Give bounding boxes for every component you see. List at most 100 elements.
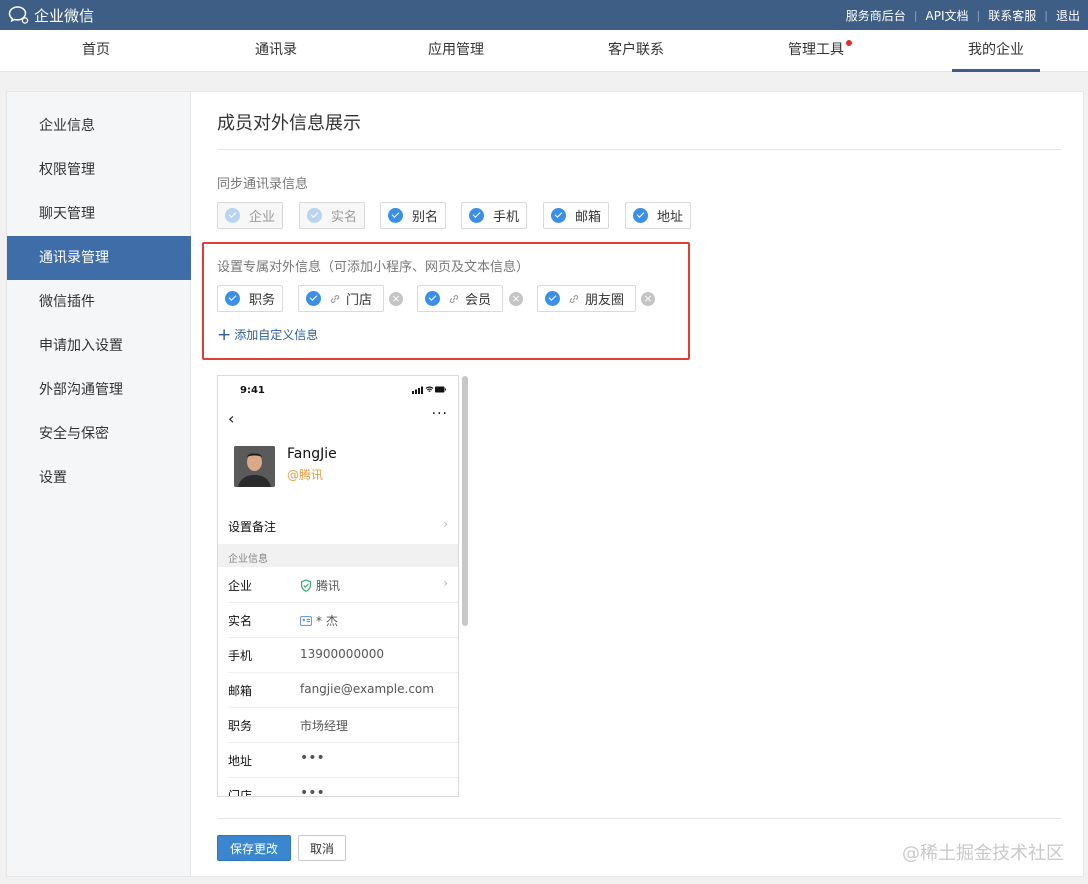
row-value-phone: 13900000000 [300,647,384,661]
avatar [234,446,275,487]
check-icon [225,291,240,306]
status-indicators [412,385,446,394]
row-divider [228,672,458,673]
custom-tag-member[interactable]: 会员 [417,285,503,312]
row-label-email: 邮箱 [228,684,253,698]
verified-shield-icon [300,579,312,592]
row-value-position: 市场经理 [300,719,349,733]
separator: | [913,8,918,22]
sync-tag-phone[interactable]: 手机 [461,202,527,229]
nav-my-enterprise[interactable]: 我的企业 [906,30,1086,72]
sidebar-item-join-settings[interactable]: 申请加入设置 [7,324,191,368]
link-api-docs[interactable]: API文档 [926,7,969,24]
main-panel: 企业信息 权限管理 聊天管理 通讯录管理 微信插件 申请加入设置 外部沟通管理 … [6,91,1084,877]
separator: | [976,8,981,22]
title-divider [217,149,1061,150]
nav-customer-contact[interactable]: 客户联系 [546,30,726,72]
sync-tag-alias[interactable]: 别名 [380,202,446,229]
sidebar-item-settings[interactable]: 设置 [7,456,191,500]
nav-app-management[interactable]: 应用管理 [366,30,546,72]
row-value-text: * 杰 [316,614,338,628]
section-title: 企业信息 [228,554,268,565]
custom-tag-moments[interactable]: 朋友圈 [537,285,636,312]
row-label-address: 地址 [228,754,253,768]
main-nav: 首页 通讯录 应用管理 客户联系 管理工具 我的企业 [0,30,1088,72]
back-arrow-icon[interactable]: ‹ [228,409,234,428]
tag-label: 实名 [331,210,358,225]
app-logo[interactable]: 企业微信 [8,4,94,26]
page-title: 成员对外信息展示 [217,113,361,134]
top-bar: 企业微信 服务商后台 | API文档 | 联系客服 | 退出 [0,0,1088,30]
sidebar-item-contacts-management[interactable]: 通讯录管理 [7,236,191,280]
check-icon [469,208,484,223]
phone-preview: 9:41 ‹ ··· FangJie @腾讯 设置备注 › 企业信息 企业 腾讯… [217,375,459,797]
row-divider [228,742,458,743]
tag-label: 地址 [657,210,684,225]
row-value-email: fangjie@example.com [300,682,434,696]
sync-tag-address[interactable]: 地址 [625,202,691,229]
chevron-right-icon: › [443,576,448,590]
separator: | [1044,8,1048,22]
sync-tag-enterprise: 企业 [217,202,283,229]
add-custom-info-link[interactable]: + 添加自定义信息 [217,326,318,343]
link-icon [330,294,340,303]
remove-moments-icon[interactable]: × [641,292,655,306]
tag-label: 会员 [465,293,492,308]
cancel-button[interactable]: 取消 [298,835,346,861]
section-header: 企业信息 [218,544,458,567]
sidebar-item-chat-management[interactable]: 聊天管理 [7,192,191,236]
row-divider [228,637,458,638]
custom-tag-position[interactable]: 职务 [217,285,283,312]
row-value-store: ••• [300,785,325,797]
status-time: 9:41 [240,385,265,396]
row-value-text: 腾讯 [316,579,341,593]
remark-row[interactable]: 设置备注 [228,518,276,535]
sidebar-item-permissions[interactable]: 权限管理 [7,148,191,192]
row-label-real-name: 实名 [228,614,253,628]
row-value-real-name: * 杰 [300,612,338,629]
row-value-enterprise: 腾讯 [300,577,340,594]
sync-tag-email[interactable]: 邮箱 [543,202,609,229]
add-custom-info-label: 添加自定义信息 [234,328,319,342]
check-icon [425,291,440,306]
tag-label: 门店 [346,293,373,308]
link-vendor-console[interactable]: 服务商后台 [846,7,906,24]
sidebar-item-wechat-plugin[interactable]: 微信插件 [7,280,191,324]
id-card-icon [300,615,312,626]
tag-label: 手机 [493,210,520,225]
profile-name: FangJie [287,446,337,462]
link-contact-support[interactable]: 联系客服 [988,7,1036,24]
app-title: 企业微信 [34,6,95,25]
link-icon [449,294,459,303]
remove-member-icon[interactable]: × [509,292,523,306]
nav-management-tools[interactable]: 管理工具 [726,30,906,72]
sync-tag-real-name: 实名 [299,202,365,229]
sidebar: 企业信息 权限管理 聊天管理 通讯录管理 微信插件 申请加入设置 外部沟通管理 … [7,92,191,876]
save-button[interactable]: 保存更改 [217,835,291,861]
sidebar-item-enterprise-info[interactable]: 企业信息 [7,104,191,148]
link-icon [569,294,579,303]
preview-scrollbar[interactable] [462,376,468,626]
tag-label: 朋友圈 [585,293,625,308]
remove-store-icon[interactable]: × [389,292,403,306]
sidebar-item-security[interactable]: 安全与保密 [7,412,191,456]
row-label-store: 门店 [228,789,253,797]
nav-contacts[interactable]: 通讯录 [186,30,366,72]
link-logout[interactable]: 退出 [1056,7,1080,24]
sidebar-item-external-communication[interactable]: 外部沟通管理 [7,368,191,412]
person-photo-icon [234,446,275,487]
tag-label: 职务 [249,293,276,308]
nav-home[interactable]: 首页 [6,30,186,72]
row-divider [228,602,458,603]
check-icon [551,208,566,223]
more-icon[interactable]: ··· [432,406,448,422]
row-value-address: ••• [300,750,325,766]
content-area: 成员对外信息展示 同步通讯录信息 企业 实名 别名 手机 邮箱 地址 设置专属对… [202,92,1061,876]
notification-dot [846,40,852,46]
custom-section-label: 设置专属对外信息（可添加小程序、网页及文本信息） [217,260,530,275]
check-icon [306,291,321,306]
custom-tag-store[interactable]: 门店 [298,285,384,312]
watermark: @稀土掘金技术社区 [902,843,1064,864]
tag-label: 邮箱 [575,210,602,225]
row-divider [228,777,458,778]
